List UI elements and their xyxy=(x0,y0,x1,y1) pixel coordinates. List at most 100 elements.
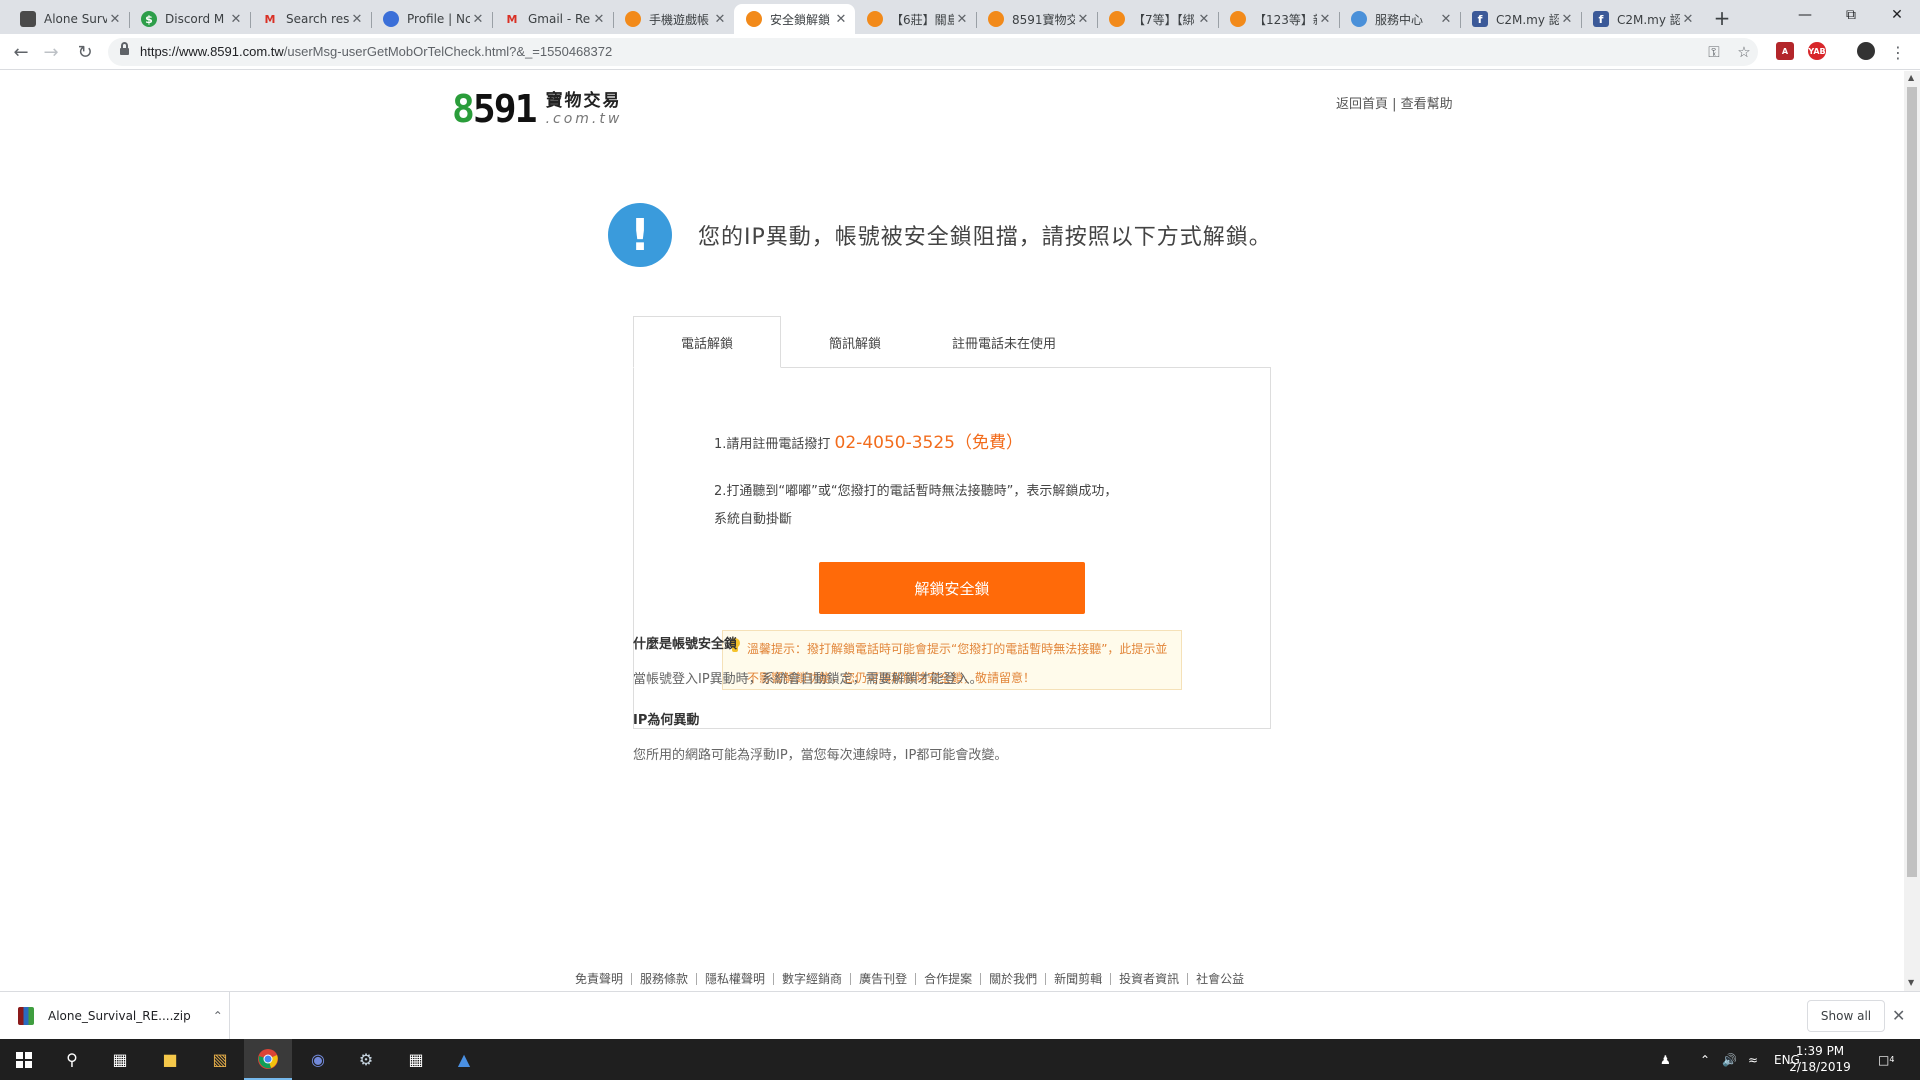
footer-link[interactable]: 廣告刊登 xyxy=(850,973,915,985)
close-icon[interactable]: ✕ xyxy=(470,11,486,27)
close-icon[interactable]: ✕ xyxy=(712,11,728,27)
notification-count: 4 xyxy=(1889,1055,1895,1064)
browser-tab[interactable]: Profile | Nc ✕ xyxy=(371,4,492,34)
lock-icon[interactable] xyxy=(120,42,129,56)
8591-icon xyxy=(625,11,641,27)
close-icon[interactable]: ✕ xyxy=(833,11,849,27)
footer-link[interactable]: 數字經銷商 xyxy=(773,973,850,985)
people-icon[interactable]: ♟ xyxy=(1660,1039,1671,1080)
browser-tab[interactable]: 【7等】【綁 ✕ xyxy=(1097,4,1218,34)
unlock-method-tabs: 電話解鎖 簡訊解鎖 註冊電話未在使用 xyxy=(633,316,1079,368)
url-host: https://www.8591.com.tw xyxy=(140,44,284,59)
winrar-icon[interactable]: ▧ xyxy=(196,1039,244,1080)
scroll-down-arrow-icon[interactable]: ▼ xyxy=(1908,978,1914,987)
back-button[interactable]: ← xyxy=(7,38,35,66)
site-logo[interactable]: 8591 寶物交易 .com.tw xyxy=(452,87,622,131)
close-icon[interactable]: ✕ xyxy=(1438,11,1454,27)
footer-link[interactable]: 關於我們 xyxy=(980,973,1045,985)
8591-icon xyxy=(867,11,883,27)
chrome-icon[interactable] xyxy=(244,1039,292,1080)
help-link[interactable]: 查看幫助 xyxy=(1401,97,1453,112)
chevron-up-icon[interactable]: ⌃ xyxy=(213,1009,223,1023)
close-icon[interactable]: ✕ xyxy=(107,11,123,27)
browser-tab[interactable]: f C2M.my 認 ✕ xyxy=(1460,4,1581,34)
windows-start-icon[interactable] xyxy=(0,1039,48,1080)
close-icon[interactable]: ✕ xyxy=(1317,11,1333,27)
system-clock[interactable]: 1:39 PM 2/18/2019 xyxy=(1784,1043,1856,1075)
tab-strip: Alone Survi ✕ $ Discord M ✕ M Search res ✕ Profi… xyxy=(0,0,1920,34)
show-all-button[interactable]: Show all xyxy=(1807,1000,1885,1032)
adblock-extension-icon[interactable]: YAB xyxy=(1808,42,1826,60)
task-view-icon[interactable]: ▦ xyxy=(96,1039,144,1080)
close-icon[interactable]: ✕ xyxy=(228,11,244,27)
footer-link[interactable]: 社會公益 xyxy=(1187,973,1252,985)
browser-tab[interactable]: 服務中心 ✕ xyxy=(1339,4,1460,34)
scroll-up-arrow-icon[interactable]: ▲ xyxy=(1908,73,1914,82)
tab-sms-unlock[interactable]: 簡訊解鎖 xyxy=(781,316,929,368)
browser-tab[interactable]: M Gmail - Re ✕ xyxy=(492,4,613,34)
url-text[interactable]: https://www.8591.com.tw/userMsg-userGetM… xyxy=(140,44,612,59)
close-icon[interactable]: ✕ xyxy=(591,11,607,27)
menu-kebab-icon[interactable]: ⋮ xyxy=(1884,38,1912,66)
footer-link[interactable]: 服務條款 xyxy=(631,973,696,985)
browser-tab[interactable]: M Search res ✕ xyxy=(250,4,371,34)
wifi-icon[interactable]: ≈ xyxy=(1748,1039,1758,1080)
browser-tab[interactable]: $ Discord M ✕ xyxy=(129,4,250,34)
security-alert: ! 您的IP異動，帳號被安全鎖阻擋，請按照以下方式解鎖。 xyxy=(608,203,1272,267)
scrollbar-thumb[interactable] xyxy=(1907,87,1917,877)
browser-tab[interactable]: 手機遊戲帳 ✕ xyxy=(613,4,734,34)
steam-icon[interactable]: ⚙ xyxy=(342,1039,390,1080)
browser-tab[interactable]: 【6莊】關島 ✕ xyxy=(855,4,976,34)
discord-icon[interactable]: ◉ xyxy=(294,1039,342,1080)
close-icon[interactable]: ✕ xyxy=(349,11,365,27)
search-icon[interactable]: ⚲ xyxy=(48,1039,96,1080)
close-icon[interactable]: ✕ xyxy=(1075,11,1091,27)
close-icon[interactable]: ✕ xyxy=(954,11,970,27)
chevron-up-icon[interactable]: ⌃ xyxy=(1700,1039,1710,1080)
page-scrollbar[interactable]: ▲ ▼ xyxy=(1904,71,1920,991)
browser-tab[interactable]: 【123等】新✕ xyxy=(1218,4,1339,34)
unlock-phone-number: 02-4050-3525（免費） xyxy=(834,433,1023,453)
key-icon[interactable]: ⚿ xyxy=(1704,42,1724,62)
footer-link[interactable]: 投資者資訊 xyxy=(1110,973,1187,985)
calculator-icon[interactable]: ▦ xyxy=(392,1039,440,1080)
app-icon[interactable]: ▲ xyxy=(440,1039,488,1080)
footer-link[interactable]: 隱私權聲明 xyxy=(696,973,773,985)
forward-button[interactable]: → xyxy=(37,38,65,66)
new-tab-button[interactable]: + xyxy=(1708,6,1736,30)
browser-toolbar: ← → ↻ https://www.8591.com.tw/userMsg-us… xyxy=(0,34,1920,70)
notification-icon[interactable]: □ 4 xyxy=(1878,1039,1894,1080)
home-link[interactable]: 返回首頁 xyxy=(1336,97,1388,112)
profile-avatar-icon[interactable] xyxy=(1857,42,1875,60)
close-window-button[interactable]: ✕ xyxy=(1874,0,1920,30)
close-icon[interactable]: ✕ xyxy=(1196,11,1212,27)
cube-icon xyxy=(20,11,36,27)
tab-phone-not-in-use[interactable]: 註冊電話未在使用 xyxy=(929,316,1079,368)
pdf-extension-icon[interactable]: A xyxy=(1776,42,1794,60)
browser-tab[interactable]: 8591寶物交 ✕ xyxy=(976,4,1097,34)
close-icon[interactable]: ✕ xyxy=(1559,11,1575,27)
minimize-button[interactable]: — xyxy=(1782,0,1828,30)
tab-title: Discord M xyxy=(165,12,225,26)
close-icon[interactable]: ✕ xyxy=(1680,11,1696,27)
tab-title: Gmail - Re xyxy=(528,12,591,26)
volume-icon[interactable]: 🔊 xyxy=(1722,1039,1737,1080)
faq-answer: 當帳號登入IP異動時，系統會自動鎖定，需要解鎖才能登入。 xyxy=(633,672,983,687)
unlock-security-lock-button[interactable]: 解鎖安全鎖 xyxy=(819,562,1085,614)
file-explorer-icon[interactable]: ■ xyxy=(146,1039,194,1080)
tab-phone-unlock[interactable]: 電話解鎖 xyxy=(633,316,781,368)
download-item[interactable]: Alone_Survival_RE....zip ⌃ xyxy=(0,992,230,1040)
footer-link[interactable]: 新聞剪輯 xyxy=(1045,973,1110,985)
browser-tab[interactable]: f C2M.my 認 ✕ xyxy=(1581,4,1702,34)
address-bar[interactable]: https://www.8591.com.tw/userMsg-userGetM… xyxy=(108,38,1758,66)
reload-button[interactable]: ↻ xyxy=(71,38,99,66)
browser-tab[interactable]: Alone Survi ✕ xyxy=(8,4,129,34)
restore-button[interactable]: ⧉ xyxy=(1828,0,1874,30)
footer-link[interactable]: 免責聲明 xyxy=(575,973,631,985)
tab-title: C2M.my 認 xyxy=(1496,12,1559,27)
bookmark-star-icon[interactable]: ☆ xyxy=(1734,42,1754,62)
footer-link[interactable]: 合作提案 xyxy=(915,973,980,985)
browser-tab[interactable]: 安全鎖解鎖 ✕ xyxy=(734,4,855,34)
logo-digit: 8 xyxy=(452,87,475,131)
close-icon[interactable]: ✕ xyxy=(1892,1006,1905,1025)
